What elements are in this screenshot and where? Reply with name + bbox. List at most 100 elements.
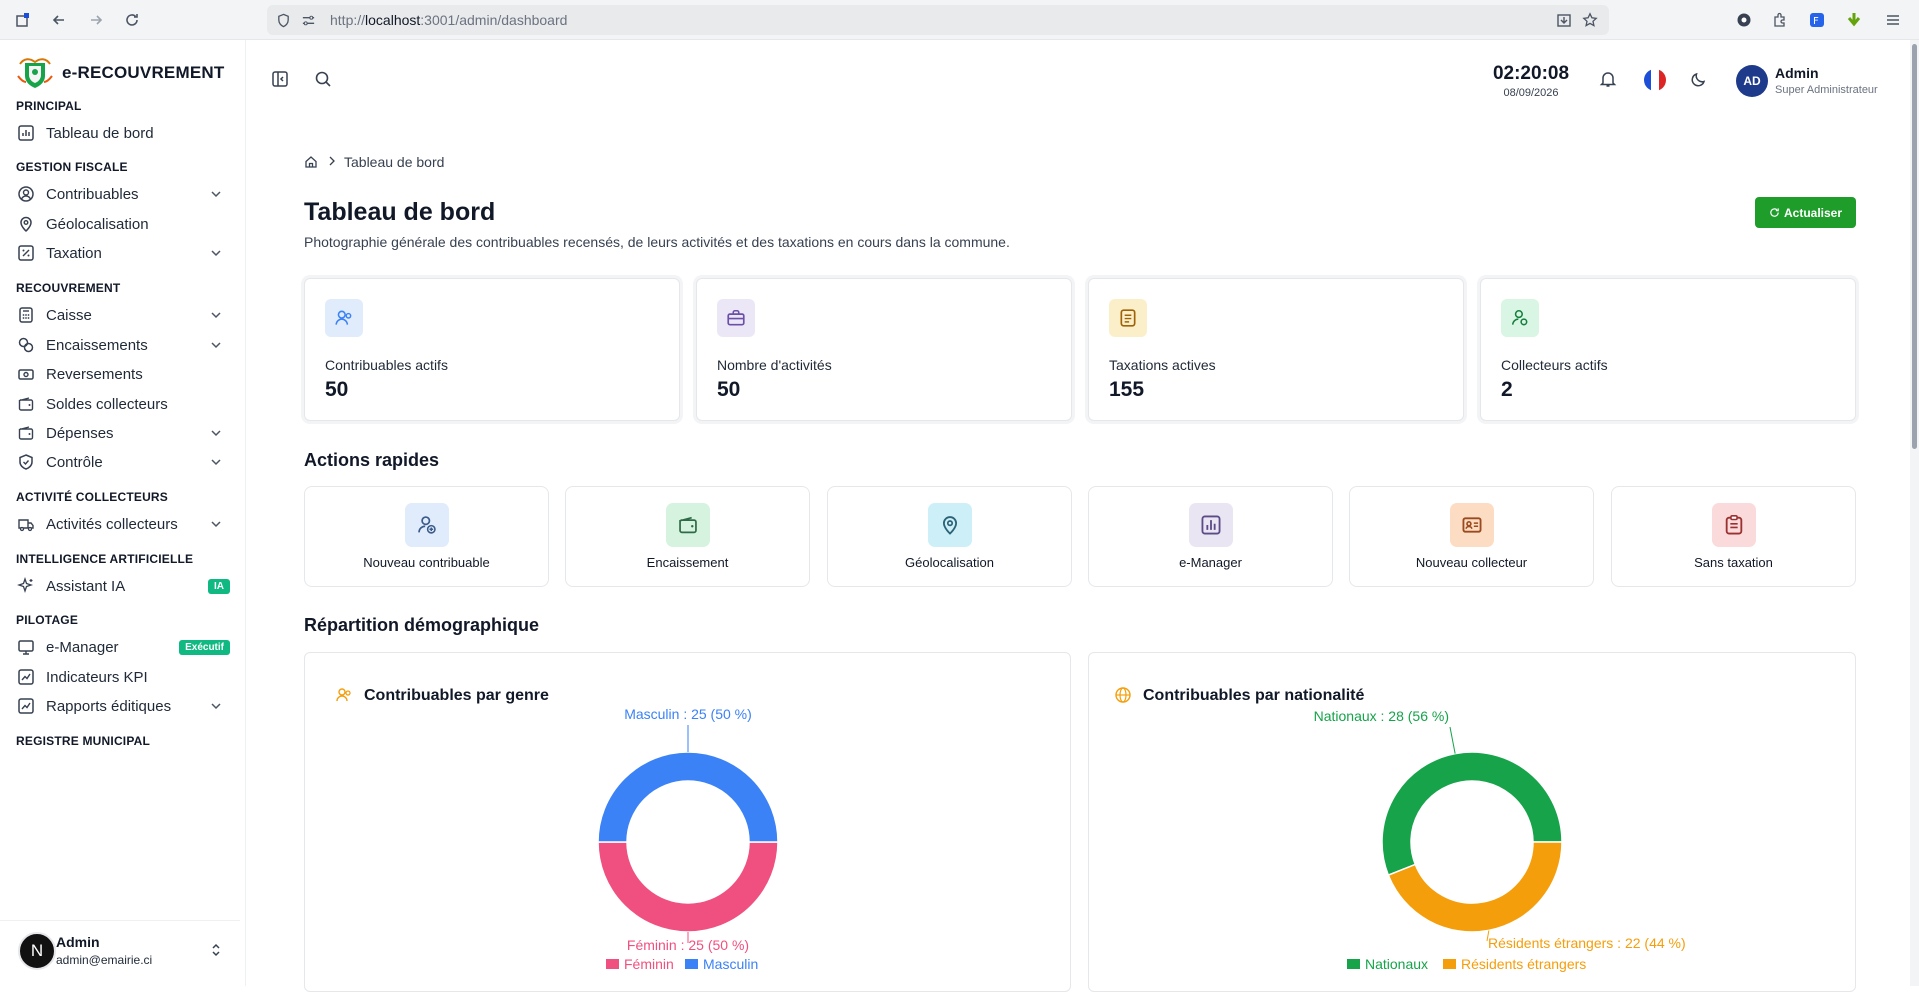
quick-action-e-manager[interactable]: e-Manager (1088, 486, 1333, 587)
stat-card: Contribuables actifs 50 (304, 278, 680, 421)
quick-action-encaissement[interactable]: Encaissement (565, 486, 810, 587)
wallet-icon (16, 423, 36, 443)
sparkles-icon (16, 576, 36, 596)
quick-actions-title: Actions rapides (304, 450, 440, 470)
sidebar-item-activites-collecteurs[interactable]: Activités collecteurs (8, 508, 234, 540)
shield-icon (272, 9, 294, 31)
app-name: e-RECOUVREMENT (62, 63, 225, 82)
quick-action-nouveau-contribuable[interactable]: Nouveau contribuable (304, 486, 549, 587)
sidebar-item-caisse[interactable]: Caisse (8, 299, 234, 331)
sidebar-item-depenses[interactable]: Dépenses (8, 417, 234, 449)
legend-swatch[interactable] (685, 959, 698, 969)
trend-chart-icon (16, 696, 36, 716)
user-avatar[interactable]: AD (1736, 65, 1768, 97)
app-logo[interactable]: e-RECOUVREMENT (16, 56, 224, 90)
user-circle-icon (16, 184, 36, 204)
legend-swatch[interactable] (1347, 959, 1360, 969)
download-extension-icon[interactable] (1843, 9, 1865, 31)
legend-label[interactable]: Résidents étrangers (1461, 956, 1586, 972)
sidebar-item-rapports-editiques[interactable]: Rapports éditiques (8, 690, 234, 722)
language-flag-fr-icon[interactable] (1644, 69, 1666, 91)
banknote-icon (16, 364, 36, 384)
legend-label[interactable]: Nationaux (1365, 956, 1428, 972)
quick-action-label: Nouveau contribuable (363, 555, 490, 570)
breadcrumb-chevron-icon (327, 154, 337, 173)
url-text[interactable]: http://localhost:3001/admin/dashboard (330, 12, 567, 28)
search-icon[interactable] (314, 70, 332, 93)
legend-label[interactable]: Masculin (703, 956, 758, 972)
sidebar-item-contribuables[interactable]: Contribuables (8, 178, 234, 210)
extensions-puzzle-icon[interactable] (1769, 9, 1791, 31)
user-switcher[interactable]: N Admin admin@emairie.ci (0, 920, 240, 986)
sidebar-item-soldes-collecteurs[interactable]: Soldes collecteurs (8, 388, 234, 420)
donut-slice-residents-etrangers[interactable] (1387, 841, 1563, 933)
coat-of-arms-icon (16, 56, 54, 90)
dark-mode-moon-icon[interactable] (1690, 70, 1708, 93)
user-email: admin@emairie.ci (56, 953, 153, 967)
sidebar-item-label: Rapports éditiques (46, 697, 172, 715)
clipboard-icon (1712, 503, 1756, 547)
page-scrollbar-thumb[interactable] (1912, 44, 1917, 449)
svg-text:F: F (1813, 16, 1819, 27)
chevron-down-icon (208, 454, 224, 470)
menu-icon[interactable] (1882, 9, 1904, 31)
stat-label: Contribuables actifs (325, 357, 448, 373)
nav-badge: IA (208, 579, 230, 594)
sidebar-item-label: Contribuables (46, 185, 139, 203)
main-content: Tableau de bord Tableau de bord Photogra… (247, 120, 1919, 992)
sidebar-item-label: Caisse (46, 306, 92, 324)
quick-action-nouveau-collecteur[interactable]: Nouveau collecteur (1349, 486, 1594, 587)
percent-icon (16, 243, 36, 263)
id-card-icon (1450, 503, 1494, 547)
reload-icon[interactable] (121, 9, 143, 31)
sidebar-item-tableau-de-bord[interactable]: Tableau de bord (8, 117, 234, 149)
truck-icon (16, 514, 36, 534)
user-plus-icon (405, 503, 449, 547)
sidebar-item-e-manager[interactable]: e-Manager Exécutif (8, 631, 234, 663)
forward-icon[interactable] (85, 9, 107, 31)
sidebar-toggle-icon[interactable] (271, 70, 289, 93)
legend-swatch[interactable] (606, 959, 619, 969)
sidebar-item-reversements[interactable]: Reversements (8, 358, 234, 390)
monitor-icon (16, 637, 36, 657)
quick-action-sans-taxation[interactable]: Sans taxation (1611, 486, 1856, 587)
user-pin-icon (1501, 299, 1539, 337)
back-icon[interactable] (48, 9, 70, 31)
calculator-icon (16, 305, 36, 325)
sidebar-item-indicateurs-kpi[interactable]: Indicateurs KPI (8, 661, 234, 693)
quick-action-label: e-Manager (1179, 555, 1242, 570)
sidebar-item-geolocalisation[interactable]: Géolocalisation (8, 208, 234, 240)
sidebar-item-label: e-Manager (46, 638, 119, 656)
sidebar-item-taxation[interactable]: Taxation (8, 237, 234, 269)
site-settings-icon[interactable] (297, 9, 319, 31)
clock-date: 08/09/2026 (1503, 87, 1559, 99)
quick-action-label: Encaissement (646, 555, 729, 570)
bell-icon[interactable] (1599, 70, 1617, 93)
sidebar-item-label: Géolocalisation (46, 215, 149, 233)
sidebar-item-encaissements[interactable]: Encaissements (8, 329, 234, 361)
translate-extension-icon[interactable]: F (1806, 9, 1828, 31)
donut-slice-feminin[interactable] (597, 841, 779, 933)
extension-circle-icon[interactable] (1733, 9, 1755, 31)
home-icon[interactable] (304, 155, 318, 174)
sidebar-item-controle[interactable]: Contrôle (8, 446, 234, 478)
bookmark-star-icon[interactable] (1579, 9, 1601, 31)
refresh-button[interactable]: Actualiser (1755, 197, 1856, 228)
download-page-icon[interactable] (1553, 9, 1575, 31)
briefcase-icon (717, 299, 755, 337)
stat-card: Nombre d'activités 50 (696, 278, 1072, 421)
tab-view-icon[interactable] (12, 9, 34, 31)
legend-label[interactable]: Féminin (624, 956, 674, 972)
donut-slice-masculin[interactable] (597, 751, 779, 843)
stat-value: 155 (1109, 378, 1145, 401)
sidebar-item-assistant-ia[interactable]: Assistant IA IA (8, 570, 234, 602)
legend-swatch[interactable] (1443, 959, 1456, 969)
data-label: Masculin : 25 (50 %) (624, 706, 752, 722)
avatar: N (18, 932, 56, 970)
stat-card: Taxations actives 155 (1088, 278, 1464, 421)
quick-action-geolocalisation[interactable]: Géolocalisation (827, 486, 1072, 587)
stat-label: Nombre d'activités (717, 357, 832, 373)
sidebar-item-label: Soldes collecteurs (46, 395, 168, 413)
sidebar: e-RECOUVREMENT PRINCIPAL Tableau de bord G… (0, 40, 246, 986)
address-bar[interactable]: http://localhost:3001/admin/dashboard (267, 5, 1609, 35)
